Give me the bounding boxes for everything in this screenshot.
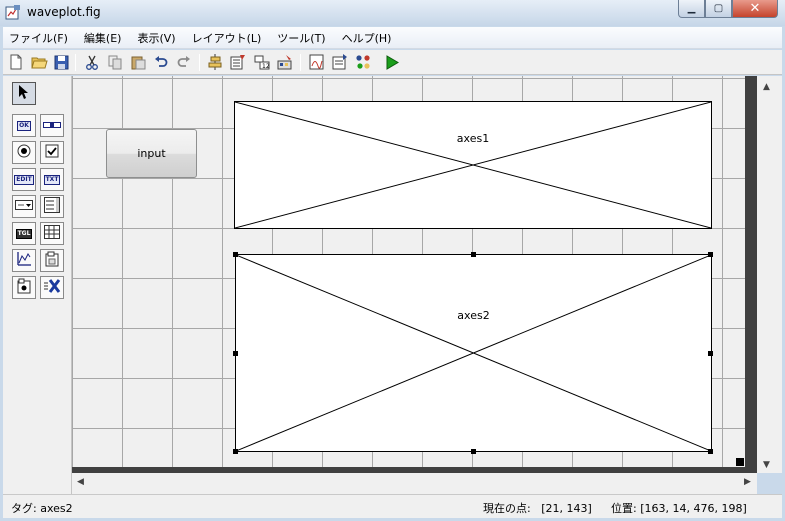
redo-icon[interactable]	[175, 53, 193, 71]
popup-menu-icon	[15, 200, 33, 213]
activex-control-tool[interactable]	[40, 276, 64, 299]
minimize-button[interactable]: ▁	[678, 0, 705, 18]
layout-canvas[interactable]: input axes1 axes2	[72, 76, 745, 467]
component-palette: OK EDIT TXT TGL	[3, 76, 72, 494]
menu-file[interactable]: ファイル(F)	[3, 30, 74, 46]
window-title: waveplot.fig	[27, 5, 101, 19]
scroll-up-icon[interactable]: ▲	[763, 82, 770, 92]
popup-menu-tool[interactable]	[12, 195, 36, 218]
resize-handle-bottom[interactable]	[471, 449, 476, 454]
property-inspector-icon[interactable]	[331, 53, 349, 71]
menu-tools[interactable]: ツール(T)	[271, 30, 331, 46]
slider-icon	[43, 119, 61, 132]
table-icon	[44, 225, 60, 242]
panel-tool[interactable]	[40, 249, 64, 272]
open-folder-icon[interactable]	[30, 53, 48, 71]
copy-icon[interactable]	[106, 53, 124, 71]
paste-icon[interactable]	[129, 53, 147, 71]
activex-icon	[43, 278, 61, 297]
axes-tool[interactable]	[12, 249, 36, 272]
svg-text:12: 12	[262, 63, 270, 70]
edit-text-tag: EDIT	[14, 174, 34, 185]
button-group-icon	[17, 278, 31, 297]
static-text-tag: TXT	[43, 174, 61, 185]
close-button[interactable]: ✕	[732, 0, 778, 18]
push-button-tag: OK	[17, 120, 31, 131]
minimize-icon: ▁	[687, 3, 696, 14]
undo-icon[interactable]	[152, 53, 170, 71]
run-icon[interactable]	[383, 53, 401, 71]
pointer-icon	[18, 84, 30, 103]
axes-plot-icon	[16, 251, 32, 270]
toggle-button-tag: TGL	[15, 228, 33, 239]
menu-view[interactable]: 表示(V)	[131, 30, 181, 46]
status-current-point: 現在の点: [21, 143]	[483, 502, 592, 515]
toolbar-editor-icon[interactable]	[276, 53, 294, 71]
status-bar: タグ: axes2 現在の点: [21, 143] 位置: [163, 14, …	[3, 494, 782, 518]
close-icon: ✕	[749, 1, 761, 16]
save-icon[interactable]	[52, 53, 70, 71]
resize-handle-top[interactable]	[471, 252, 476, 257]
object-browser-icon[interactable]	[354, 53, 372, 71]
slider-tool[interactable]	[40, 114, 64, 137]
static-text-tool[interactable]: TXT	[40, 168, 64, 191]
button-group-tool[interactable]	[12, 276, 36, 299]
resize-handle-left[interactable]	[233, 351, 238, 356]
input-button-label: input	[137, 147, 166, 160]
new-file-icon[interactable]	[7, 53, 25, 71]
canvas-right-edge	[745, 76, 757, 473]
toggle-button-tool[interactable]: TGL	[12, 222, 36, 245]
title-bar: waveplot.fig ▁ ▢ ✕	[0, 0, 785, 26]
align-objects-icon[interactable]	[206, 53, 224, 71]
resize-handle-bottom-right[interactable]	[708, 449, 713, 454]
axes1-placeholder-cross	[235, 102, 711, 228]
maximize-icon: ▢	[713, 3, 724, 14]
figure-resize-handle[interactable]	[736, 458, 744, 466]
scroll-right-icon[interactable]: ▶	[744, 477, 751, 487]
axes2-label: axes2	[457, 309, 490, 322]
listbox-icon	[44, 197, 60, 216]
menu-editor-icon[interactable]	[229, 53, 247, 71]
scroll-down-icon[interactable]: ▼	[763, 460, 770, 470]
radio-button-tool[interactable]	[12, 141, 36, 164]
axes1[interactable]: axes1	[234, 101, 712, 229]
menu-help[interactable]: ヘルプ(H)	[336, 30, 398, 46]
table-tool[interactable]	[40, 222, 64, 245]
menu-edit[interactable]: 編集(E)	[78, 30, 128, 46]
radio-icon	[17, 144, 31, 161]
menu-layout[interactable]: レイアウト(L)	[186, 30, 268, 46]
m-file-editor-icon[interactable]	[308, 53, 326, 71]
scroll-left-icon[interactable]: ◀	[77, 477, 84, 487]
checkbox-tool[interactable]	[40, 141, 64, 164]
push-button-tool[interactable]: OK	[12, 114, 36, 137]
axes2[interactable]: axes2	[235, 254, 712, 452]
maximize-button[interactable]: ▢	[705, 0, 732, 18]
figure-app-icon[interactable]	[5, 5, 21, 21]
resize-handle-right[interactable]	[708, 351, 713, 356]
listbox-tool[interactable]	[40, 195, 64, 218]
select-tool[interactable]	[12, 82, 36, 105]
resize-handle-top-right[interactable]	[708, 252, 713, 257]
panel-icon	[45, 251, 59, 270]
status-position: 位置: [163, 14, 476, 198]	[611, 502, 747, 515]
status-tag: タグ: axes2	[11, 502, 73, 515]
menu-bar: ファイル(F) 編集(E) 表示(V) レイアウト(L) ツール(T) ヘルプ(…	[3, 27, 782, 49]
axes1-label: axes1	[456, 132, 490, 145]
input-button[interactable]: input	[106, 129, 197, 178]
toolbar: 12	[3, 50, 782, 75]
tab-order-editor-icon[interactable]: 12	[253, 53, 271, 71]
axes2-placeholder-cross	[236, 255, 711, 451]
cut-icon[interactable]	[83, 53, 101, 71]
resize-handle-bottom-left[interactable]	[233, 449, 238, 454]
edit-text-tool[interactable]: EDIT	[12, 168, 36, 191]
checkbox-icon	[45, 144, 59, 161]
resize-handle-top-left[interactable]	[233, 252, 238, 257]
vertical-scrollbar[interactable]: ▲ ▼	[757, 76, 782, 473]
horizontal-scrollbar[interactable]: ◀ ▶	[72, 473, 757, 494]
